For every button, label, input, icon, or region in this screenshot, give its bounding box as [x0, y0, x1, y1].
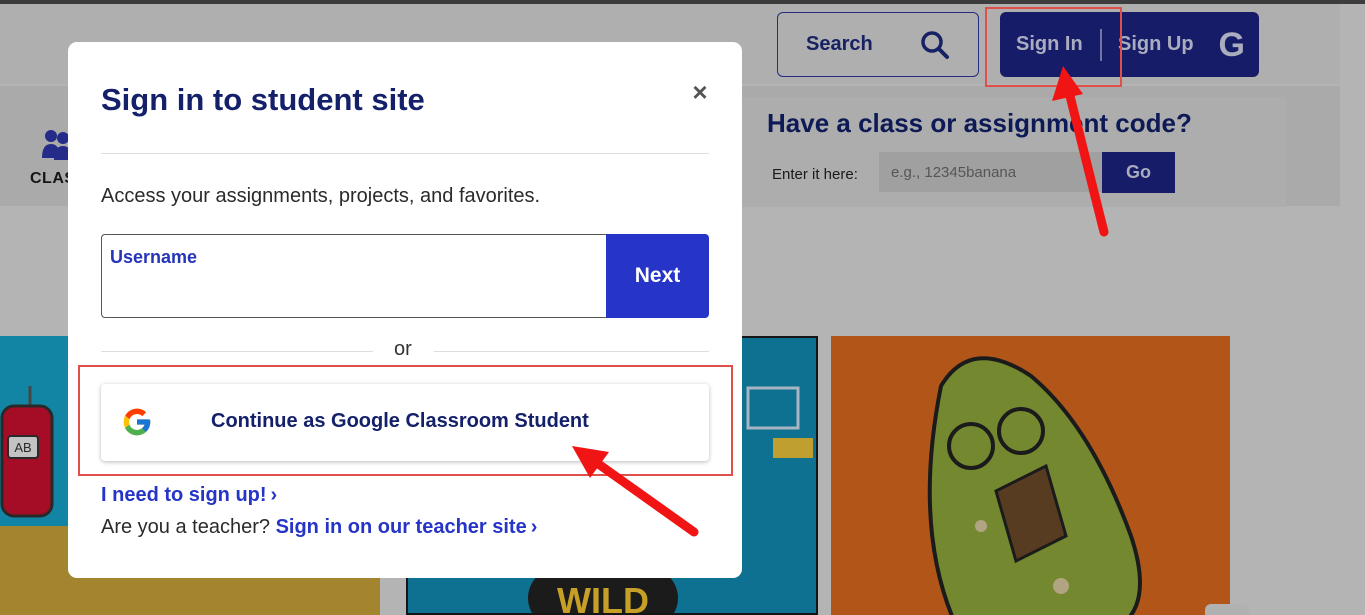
annotation-arrows	[572, 66, 1109, 537]
arrow-to-sign-in	[1052, 66, 1109, 237]
arrow-to-google-button	[572, 446, 699, 537]
